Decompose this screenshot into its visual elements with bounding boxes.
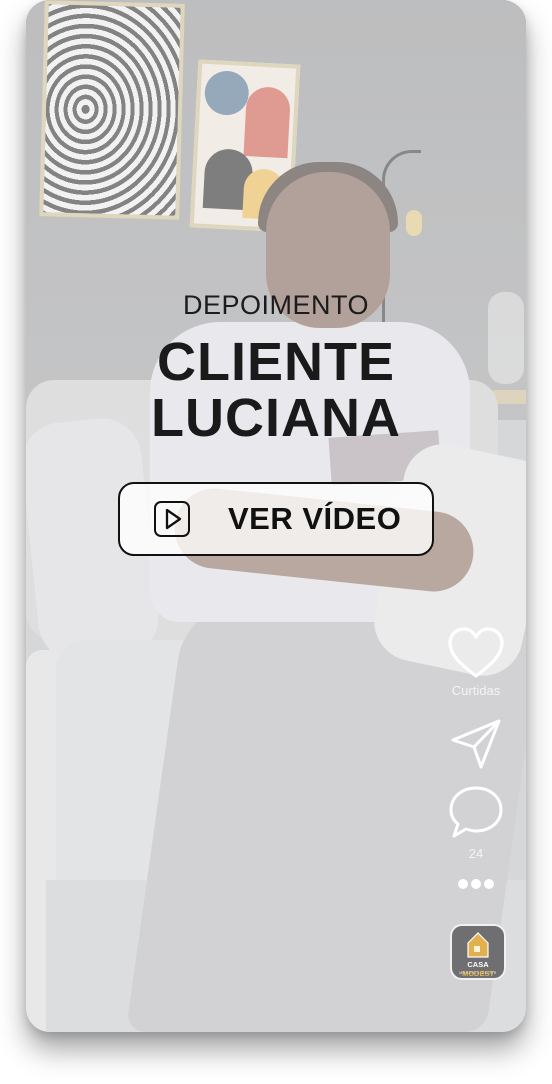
headline: CLIENTE LUCIANA <box>26 334 526 446</box>
more-icon <box>458 879 494 889</box>
brand-avatar[interactable]: CASA MODEST MÓVEIS E DECOR <box>450 924 506 980</box>
like-button[interactable] <box>444 626 508 680</box>
headline-line-2: LUCIANA <box>151 388 401 448</box>
story-card[interactable]: DEPOIMENTO CLIENTE LUCIANA VER VÍDEO Cur… <box>26 0 526 1032</box>
house-icon <box>467 932 489 958</box>
eyebrow-label: DEPOIMENTO <box>182 290 370 320</box>
play-icon <box>154 501 190 537</box>
comment-count: 24 <box>468 846 484 861</box>
brand-tagline: MÓVEIS E DECOR <box>459 971 497 975</box>
comment-button[interactable] <box>444 784 508 840</box>
headline-line-1: CLIENTE <box>156 332 395 392</box>
like-label: Curtidas <box>451 683 501 698</box>
share-button[interactable] <box>444 718 508 770</box>
comment-icon <box>449 786 503 838</box>
share-icon <box>451 719 501 769</box>
brand-name: CASA MODEST <box>461 960 495 978</box>
heart-icon <box>448 627 504 678</box>
more-button[interactable] <box>444 876 508 892</box>
watch-video-button[interactable]: VER VÍDEO <box>118 482 434 556</box>
watch-video-label: VER VÍDEO <box>228 501 402 536</box>
